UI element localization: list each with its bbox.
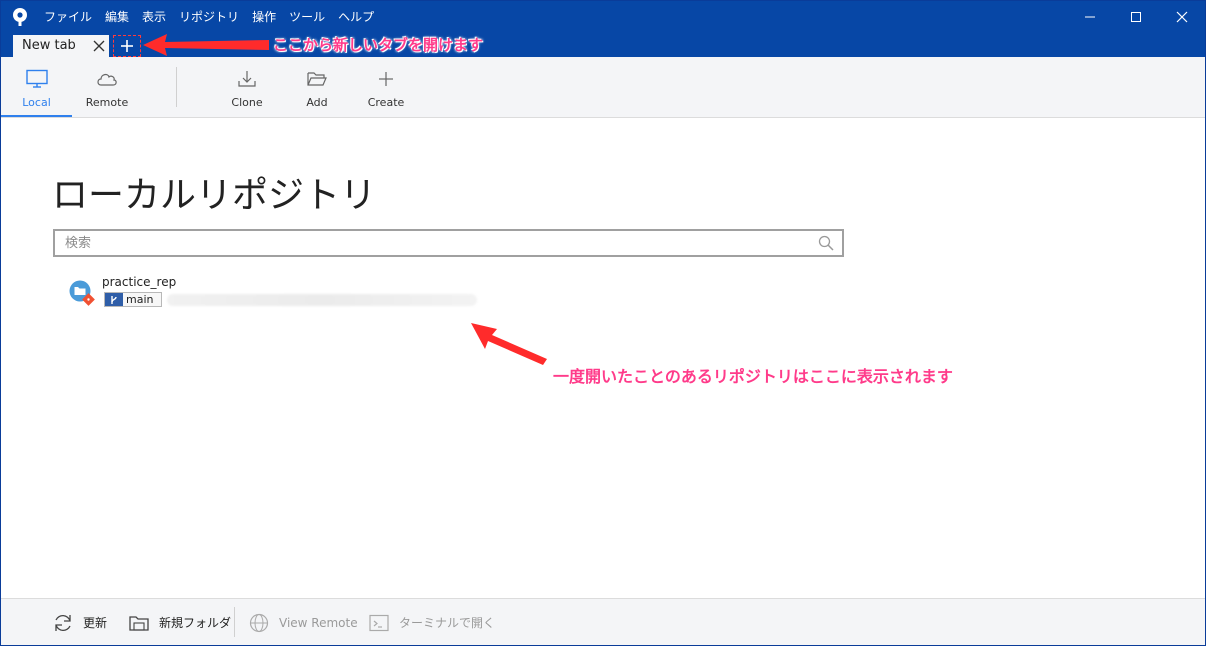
tab-local-label: Local: [22, 96, 51, 109]
tab-close-icon[interactable]: [93, 40, 105, 52]
create-button[interactable]: Create: [361, 57, 411, 117]
terminal-icon: [367, 611, 391, 635]
globe-icon: [247, 611, 271, 635]
repo-path-blurred: [167, 294, 477, 306]
cloud-icon: [95, 68, 119, 90]
plus-icon: [121, 40, 133, 52]
toolbar: Local Remote Clone Add Create: [1, 57, 1205, 118]
menu-item-actions[interactable]: 操作: [252, 1, 276, 33]
search-input[interactable]: [65, 234, 805, 252]
tab-new-tab[interactable]: New tab: [13, 35, 109, 57]
tab-remote[interactable]: Remote: [77, 57, 137, 117]
open-terminal-button[interactable]: ターミナルで開く: [367, 599, 495, 646]
new-folder-button[interactable]: 新規フォルダ: [127, 599, 231, 646]
download-icon: [235, 68, 259, 90]
maximize-button[interactable]: [1113, 1, 1159, 33]
view-remote-button[interactable]: View Remote: [247, 599, 358, 646]
search-icon: [818, 235, 834, 251]
new-tab-button[interactable]: [113, 35, 141, 57]
page-title: ローカルリポジトリ: [52, 175, 377, 216]
branch-name: main: [126, 293, 154, 306]
refresh-label: 更新: [83, 616, 108, 630]
add-button[interactable]: Add: [292, 57, 342, 117]
footer-divider: [234, 607, 235, 637]
repo-name: practice_rep: [102, 275, 177, 289]
branch-badge: main: [104, 292, 162, 307]
git-repository-icon: [69, 280, 95, 306]
menu-item-repository[interactable]: リポジトリ: [179, 1, 239, 33]
annotation-arrow-icon: [143, 34, 269, 56]
menu-item-edit[interactable]: 編集: [105, 1, 129, 33]
plus-icon: [374, 68, 398, 90]
close-icon: [1176, 11, 1188, 23]
sourcetree-logo-icon: [13, 8, 27, 26]
new-folder-icon: [127, 611, 151, 635]
annotation-arrow-icon: [471, 323, 547, 365]
create-label: Create: [367, 96, 405, 109]
monitor-icon: [25, 68, 49, 90]
clone-button[interactable]: Clone: [222, 57, 272, 117]
minimize-button[interactable]: [1067, 1, 1113, 33]
close-window-button[interactable]: [1159, 1, 1205, 33]
menu-item-tools[interactable]: ツール: [289, 1, 325, 33]
annotation-new-tab: ここから新しいタブを開けます: [273, 36, 484, 54]
title-bar: ファイル 編集 表示 リポジトリ 操作 ツール ヘルプ: [1, 1, 1205, 33]
clone-label: Clone: [231, 96, 263, 109]
minimize-icon: [1085, 16, 1095, 18]
tab-remote-label: Remote: [85, 96, 129, 109]
folder-open-icon: [305, 68, 329, 90]
open-terminal-label: ターミナルで開く: [399, 616, 496, 630]
annotation-repo-list: 一度開いたことのあるリポジトリはここに表示されます: [553, 367, 953, 386]
menu-bar: ファイル 編集 表示 リポジトリ 操作 ツール ヘルプ: [44, 1, 387, 33]
menu-item-view[interactable]: 表示: [142, 1, 166, 33]
menu-item-help[interactable]: ヘルプ: [338, 1, 374, 33]
tab-local[interactable]: Local: [1, 57, 72, 117]
new-folder-label: 新規フォルダ: [159, 616, 232, 630]
list-item[interactable]: practice_rep main: [67, 273, 487, 311]
toolbar-divider: [176, 67, 177, 107]
search-box: [53, 229, 844, 257]
branch-icon: [105, 293, 123, 306]
menu-item-file[interactable]: ファイル: [44, 1, 92, 33]
maximize-icon: [1131, 12, 1141, 22]
view-remote-label: View Remote: [279, 615, 358, 630]
add-label: Add: [306, 96, 328, 109]
refresh-icon: [51, 611, 75, 635]
tab-label: New tab: [22, 38, 76, 53]
app-window: ファイル 編集 表示 リポジトリ 操作 ツール ヘルプ New tab ここから…: [0, 0, 1206, 646]
footer-toolbar: 更新 新規フォルダ View Remote ターミナルで開く: [1, 598, 1205, 645]
refresh-button[interactable]: 更新: [51, 599, 107, 646]
